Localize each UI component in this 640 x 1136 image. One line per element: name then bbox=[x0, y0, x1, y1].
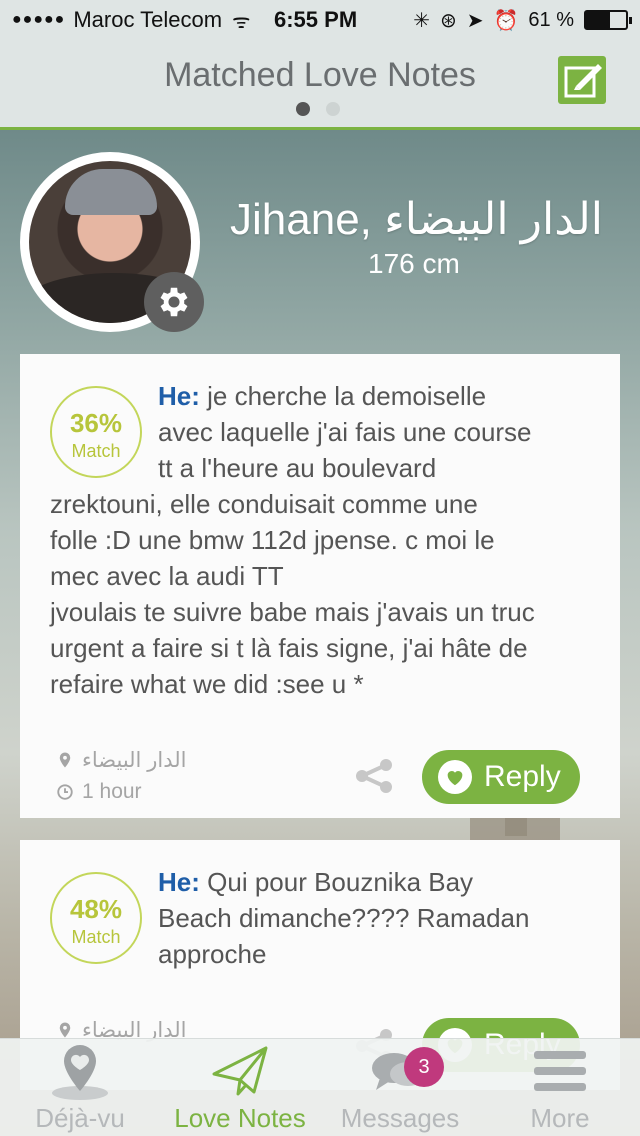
love-note-card[interactable]: 36% Match He: je cherche la demoiselle a… bbox=[20, 354, 620, 818]
alarm-icon: ⏰ bbox=[493, 9, 519, 32]
location-pin-icon bbox=[59, 752, 71, 768]
note-message: He: je cherche la demoiselle avec laquel… bbox=[158, 381, 532, 483]
tab-deja-vu[interactable]: Déjà-vu bbox=[0, 1039, 160, 1136]
wifi-icon: ᯤ bbox=[232, 10, 251, 33]
compose-note-button[interactable] bbox=[558, 56, 606, 104]
match-percent: 48% bbox=[69, 894, 123, 924]
reply-label: Reply bbox=[484, 760, 561, 793]
signal-strength: ●●●●● bbox=[12, 11, 66, 28]
page-indicator[interactable] bbox=[296, 102, 340, 116]
battery-percent: 61 % bbox=[528, 8, 574, 31]
match-label: Match bbox=[71, 441, 121, 461]
location-pin-icon bbox=[59, 1022, 71, 1038]
note-message-continued: zrektouni, elle conduisait comme une fol… bbox=[50, 489, 535, 699]
clock-icon bbox=[57, 784, 73, 800]
note-meta: الدار البيضاء 1 hour bbox=[56, 744, 186, 808]
navigation-bar: Matched Love Notes bbox=[0, 40, 640, 130]
tab-more[interactable]: More bbox=[480, 1039, 640, 1136]
menu-icon bbox=[534, 1051, 586, 1091]
profile-name: Jihane, الدار البيضاء bbox=[230, 195, 603, 244]
match-label: Match bbox=[71, 927, 121, 947]
unread-badge: 3 bbox=[404, 1047, 444, 1087]
tab-label: More bbox=[530, 1103, 590, 1133]
location-arrow-icon: ➤ bbox=[466, 9, 484, 32]
tab-love-notes[interactable]: Love Notes bbox=[160, 1039, 320, 1136]
match-badge: 36% Match bbox=[50, 386, 142, 478]
tab-label: Love Notes bbox=[174, 1103, 306, 1133]
rotation-lock-icon: ⊛ bbox=[439, 9, 457, 32]
note-message: He: Qui pour Bouznika Bay Beach dimanche… bbox=[158, 867, 530, 969]
activity-icon: ✳ bbox=[413, 9, 430, 32]
compose-icon bbox=[564, 64, 602, 98]
sender-label: He: bbox=[158, 381, 200, 411]
page-title: Matched Love Notes bbox=[164, 56, 476, 94]
status-bar: ●●●●● Maroc Telecom ᯤ 6:55 PM ✳ ⊛ ➤ ⏰ 61… bbox=[0, 0, 640, 40]
tab-label: Déjà-vu bbox=[35, 1103, 125, 1133]
match-percent: 36% bbox=[69, 408, 123, 438]
tab-bar: Déjà-vu Love Notes 3 Messages More bbox=[0, 1038, 640, 1136]
page-dot-active[interactable] bbox=[296, 102, 310, 116]
paper-plane-icon bbox=[212, 1046, 268, 1096]
match-badge: 48% Match bbox=[50, 872, 142, 964]
page-dot[interactable] bbox=[326, 102, 340, 116]
clock: 6:55 PM bbox=[274, 7, 358, 32]
profile-height: 176 cm bbox=[368, 248, 460, 279]
gear-icon bbox=[160, 287, 188, 317]
share-icon[interactable] bbox=[354, 758, 394, 794]
heart-chat-icon bbox=[438, 760, 472, 794]
carrier-name: Maroc Telecom bbox=[73, 7, 223, 32]
battery-icon bbox=[584, 10, 632, 30]
tab-messages[interactable]: 3 Messages bbox=[320, 1039, 480, 1136]
reply-button[interactable]: Reply bbox=[422, 750, 580, 804]
profile-settings-button[interactable] bbox=[144, 272, 204, 332]
sender-label: He: bbox=[158, 867, 200, 897]
note-time: 1 hour bbox=[82, 780, 142, 803]
tab-label: Messages bbox=[340, 1103, 460, 1133]
note-location: الدار البيضاء bbox=[82, 748, 187, 772]
map-pin-icon bbox=[52, 1045, 108, 1100]
